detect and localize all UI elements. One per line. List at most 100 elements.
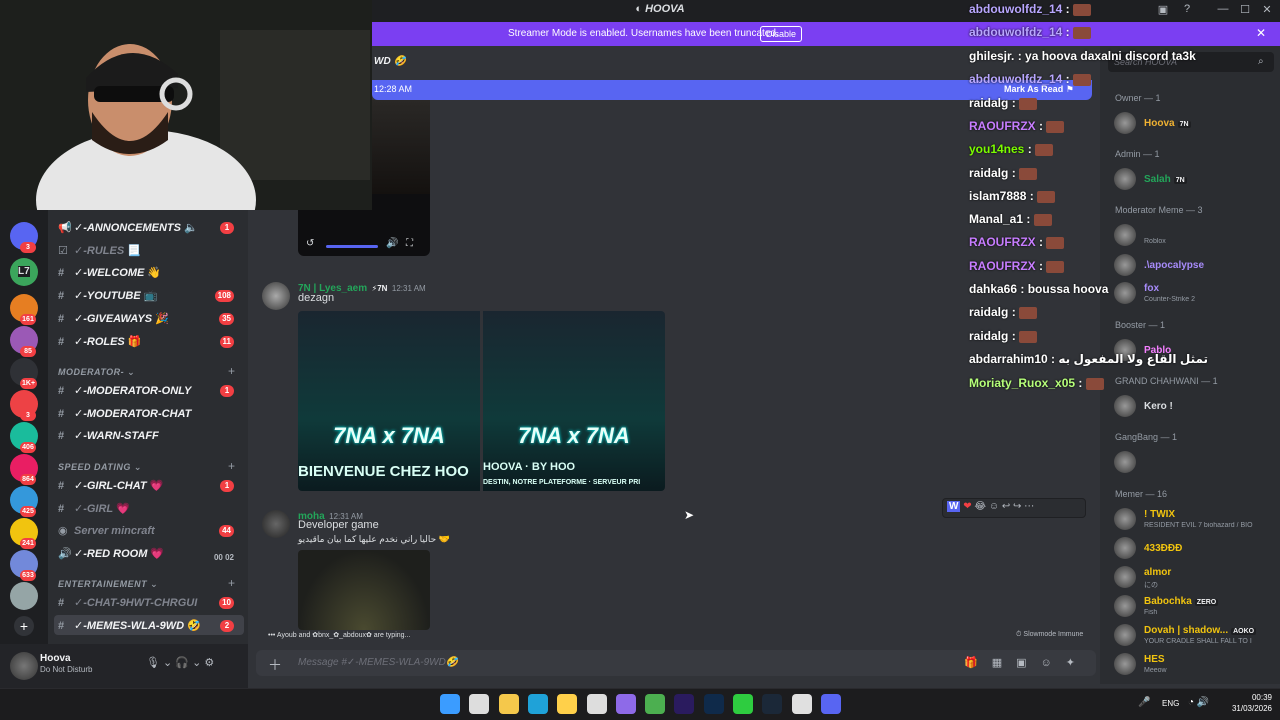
- spotify-icon[interactable]: [733, 694, 753, 714]
- attachment-image[interactable]: 7NA x 7NA BIENVENUE CHEZ HOO: [298, 311, 480, 491]
- channel-item[interactable]: # ✓-GIRL 💗: [58, 499, 244, 519]
- server-label[interactable]: L7: [18, 266, 30, 277]
- minimize-button[interactable]: —: [1214, 3, 1232, 19]
- member-avatar[interactable]: [1114, 168, 1136, 190]
- channel-item[interactable]: # ✓-MODERATOR-CHAT: [58, 404, 244, 424]
- member-row[interactable]: almor にの: [1112, 564, 1276, 592]
- message-input[interactable]: Message #✓-MEMES-WLA-9WD🤣: [298, 657, 458, 668]
- attachment-image[interactable]: 7NA x 7NA HOOVA · BY HOO DESTIN, NOTRE P…: [483, 311, 665, 491]
- gift-icon[interactable]: 🎁: [964, 657, 992, 669]
- headphones-icon[interactable]: 🎧: [175, 657, 189, 669]
- sticker-icon[interactable]: ▣: [1016, 657, 1040, 669]
- member-avatar[interactable]: [1114, 624, 1136, 646]
- member-row[interactable]: Dovah | shadow... AOKO YOUR CRADLE SHALL F…: [1112, 622, 1276, 650]
- reaction-laugh-icon[interactable]: 😂: [974, 501, 986, 512]
- reply-icon[interactable]: ↩: [1002, 501, 1010, 512]
- mic-icon[interactable]: 🎙: [146, 657, 160, 669]
- gif-icon[interactable]: ▦: [992, 657, 1016, 669]
- disable-streamer-button[interactable]: Disable: [760, 26, 802, 42]
- channel-item[interactable]: # ✓-WARN-STAFF: [58, 426, 244, 446]
- file-explorer-icon[interactable]: [498, 694, 519, 714]
- search-icon[interactable]: [469, 694, 490, 714]
- clock[interactable]: 00:39 31/03/2026: [1226, 692, 1272, 714]
- member-avatar[interactable]: [1114, 508, 1136, 530]
- apps-icon[interactable]: ✦: [1066, 657, 1089, 669]
- add-channel-icon[interactable]: +: [228, 364, 235, 378]
- obs-icon[interactable]: [586, 694, 607, 714]
- channel-item[interactable]: # ✓-GIVEAWAYS 🎉 35: [58, 309, 244, 329]
- member-avatar[interactable]: [1114, 451, 1136, 473]
- tray-icons[interactable]: ◔ 🔊: [1188, 697, 1209, 708]
- discord-icon[interactable]: [820, 694, 841, 714]
- steam-icon[interactable]: [762, 694, 783, 714]
- media-player-icon[interactable]: [791, 694, 812, 714]
- channel-item[interactable]: # ✓-WELCOME 👋: [58, 263, 244, 283]
- attachment-image[interactable]: [298, 550, 430, 630]
- forward-icon[interactable]: ↪: [1013, 501, 1021, 512]
- member-avatar[interactable]: [1114, 537, 1136, 559]
- user-avatar[interactable]: [10, 652, 38, 680]
- more-icon[interactable]: ⋯: [1024, 501, 1034, 512]
- avatar[interactable]: [262, 510, 290, 538]
- avatar[interactable]: [262, 282, 290, 310]
- language-indicator[interactable]: ENG: [1162, 699, 1179, 708]
- member-row[interactable]: [1112, 449, 1276, 477]
- member-avatar[interactable]: [1114, 282, 1136, 304]
- member-row[interactable]: fox Counter-Strike 2: [1112, 280, 1276, 308]
- channel-item[interactable]: ◉ Server mincraft 44: [58, 521, 244, 541]
- channel-item[interactable]: # ✓-CHAT-9HWT-CHRGUI 10: [58, 593, 244, 613]
- member-avatar[interactable]: [1114, 224, 1136, 246]
- chevron-down-icon[interactable]: ⌄: [192, 657, 201, 669]
- member-row[interactable]: Roblox: [1112, 222, 1276, 250]
- add-channel-icon[interactable]: +: [228, 576, 235, 590]
- member-avatar[interactable]: [1114, 653, 1136, 675]
- search-icon[interactable]: ⌕: [1258, 56, 1264, 67]
- channel-item[interactable]: # ✓-YOUTUBE 📺 108: [58, 286, 244, 306]
- add-channel-icon[interactable]: +: [228, 459, 235, 473]
- category-speed-dating[interactable]: SPEED DATING ⌄: [58, 462, 142, 473]
- channel-item[interactable]: # ✓-MODERATOR-ONLY 1: [58, 381, 244, 401]
- settings-gear-icon[interactable]: ⚙: [204, 657, 214, 669]
- channel-item[interactable]: # ✓-GIRL-CHAT 💗 1: [58, 476, 244, 496]
- app-icon[interactable]: [615, 694, 636, 714]
- chrome-icon[interactable]: [645, 694, 666, 714]
- channel-item[interactable]: ☑ ✓-RULES 📃: [58, 241, 244, 261]
- category-entertainment[interactable]: ENTERTAINEMENT ⌄: [58, 579, 158, 590]
- member-avatar[interactable]: [1114, 112, 1136, 134]
- member-row[interactable]: Salah 7N: [1112, 166, 1276, 194]
- store-icon[interactable]: [557, 694, 578, 714]
- edge-browser-icon[interactable]: [527, 694, 548, 714]
- volume-slider[interactable]: [326, 245, 378, 248]
- maximize-button[interactable]: ☐: [1236, 3, 1254, 19]
- member-avatar[interactable]: [1114, 566, 1136, 588]
- volume-icon[interactable]: 🔊: [386, 238, 398, 249]
- mic-tray-icon[interactable]: 🎤: [1138, 697, 1150, 708]
- member-row[interactable]: 433ƉƉƉ: [1112, 535, 1276, 563]
- windows-start-icon[interactable]: [440, 694, 460, 714]
- help-icon[interactable]: ?: [1178, 3, 1196, 19]
- member-row[interactable]: Babochka ZERO Fish: [1112, 593, 1276, 621]
- photoshop-icon[interactable]: [703, 694, 724, 714]
- channel-item[interactable]: 📢 ✓-ANNONCEMENTS 🔈 1: [58, 218, 244, 238]
- attach-plus-icon[interactable]: ＋: [268, 655, 282, 675]
- server-icon[interactable]: [10, 582, 38, 610]
- category-moderator[interactable]: MODERATOR- ⌄: [58, 367, 135, 378]
- close-window-button[interactable]: ✕: [1258, 3, 1276, 19]
- member-avatar[interactable]: [1114, 254, 1136, 276]
- add-reaction-icon[interactable]: ☺: [989, 501, 999, 512]
- premiere-icon[interactable]: [674, 694, 695, 714]
- banner-close-icon[interactable]: ✕: [1256, 26, 1266, 40]
- member-row[interactable]: HES Meeow: [1112, 651, 1276, 679]
- member-row[interactable]: Hoova 7N: [1112, 110, 1276, 138]
- reaction-w-icon[interactable]: W: [947, 501, 961, 512]
- member-row[interactable]: Kero !: [1112, 393, 1276, 421]
- reaction-heart-icon[interactable]: ❤: [963, 501, 971, 512]
- channel-item[interactable]: # ✓-MEMES-WLA-9WD 🤣 2: [58, 616, 244, 636]
- fullscreen-icon[interactable]: ⛶: [406, 238, 413, 249]
- member-row[interactable]: .\apocalypse: [1112, 252, 1276, 280]
- add-server-button[interactable]: +: [14, 616, 34, 636]
- member-avatar[interactable]: [1114, 395, 1136, 417]
- inbox-icon[interactable]: ▣: [1154, 3, 1172, 19]
- channel-item[interactable]: 🔊 ✓-RED ROOM 💗 00 02: [58, 544, 244, 564]
- member-row[interactable]: ! TWIX RESIDENT EVIL 7 biohazard / BIO: [1112, 506, 1276, 534]
